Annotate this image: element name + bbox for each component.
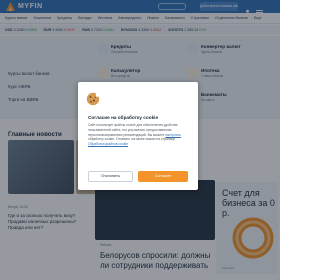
cookie-consent-dialog: Согласие на обработку cookie Сайт исполь… <box>78 82 198 190</box>
cookie-icon <box>86 92 100 106</box>
settings-link[interactable]: настроить <box>165 133 181 137</box>
accept-button[interactable]: Согласен <box>138 171 188 182</box>
dialog-title: Согласие на обработку cookie <box>88 115 159 120</box>
cookie-policy-link[interactable]: Обработка файлов cookie <box>88 142 128 146</box>
decline-button[interactable]: Отклонить <box>88 171 133 182</box>
dialog-text: Сайт использует файлы cookie для обеспеч… <box>88 123 181 147</box>
